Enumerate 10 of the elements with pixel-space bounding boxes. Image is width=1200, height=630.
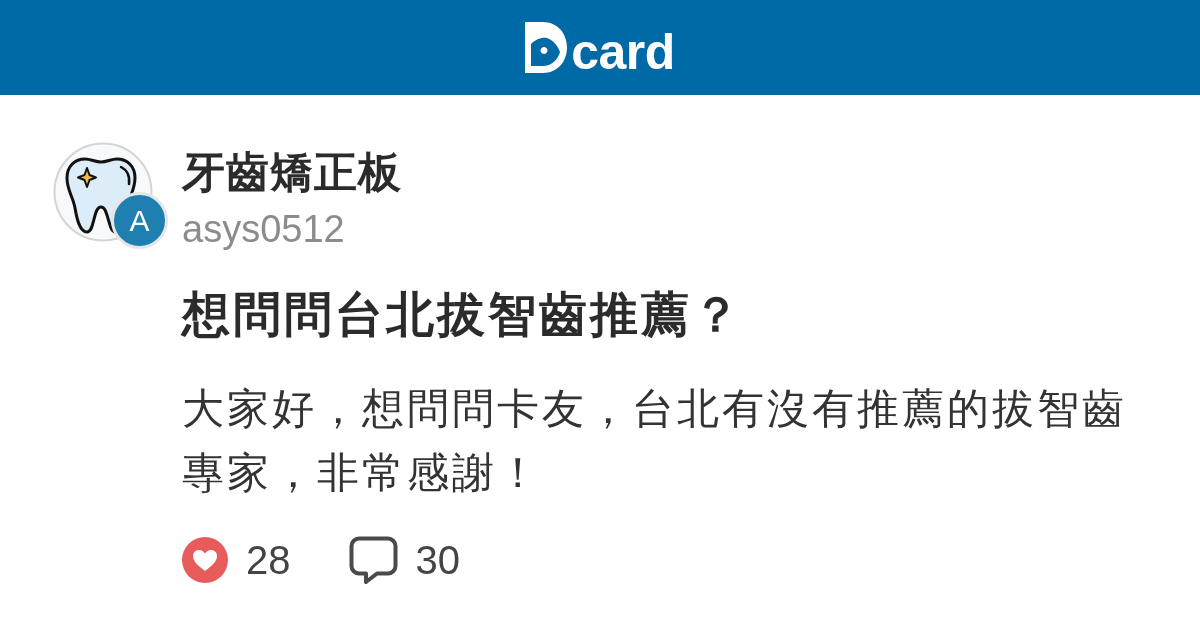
like-count: 28 <box>246 537 291 583</box>
post-body: 大家好，想問問卡友，台北有沒有推薦的拔智齒專家，非常感謝！ <box>182 383 1128 499</box>
author-avatar: A <box>111 192 168 249</box>
comment-count: 30 <box>415 537 460 583</box>
post-title: 想問問台北拔智齒推薦？ <box>182 285 744 344</box>
logo-text: card <box>571 27 675 77</box>
comment-icon <box>348 536 398 584</box>
logo-mark-icon <box>525 22 568 73</box>
author-name: asys0512 <box>182 207 346 252</box>
forum-name[interactable]: 牙齒矯正板 <box>182 144 402 200</box>
